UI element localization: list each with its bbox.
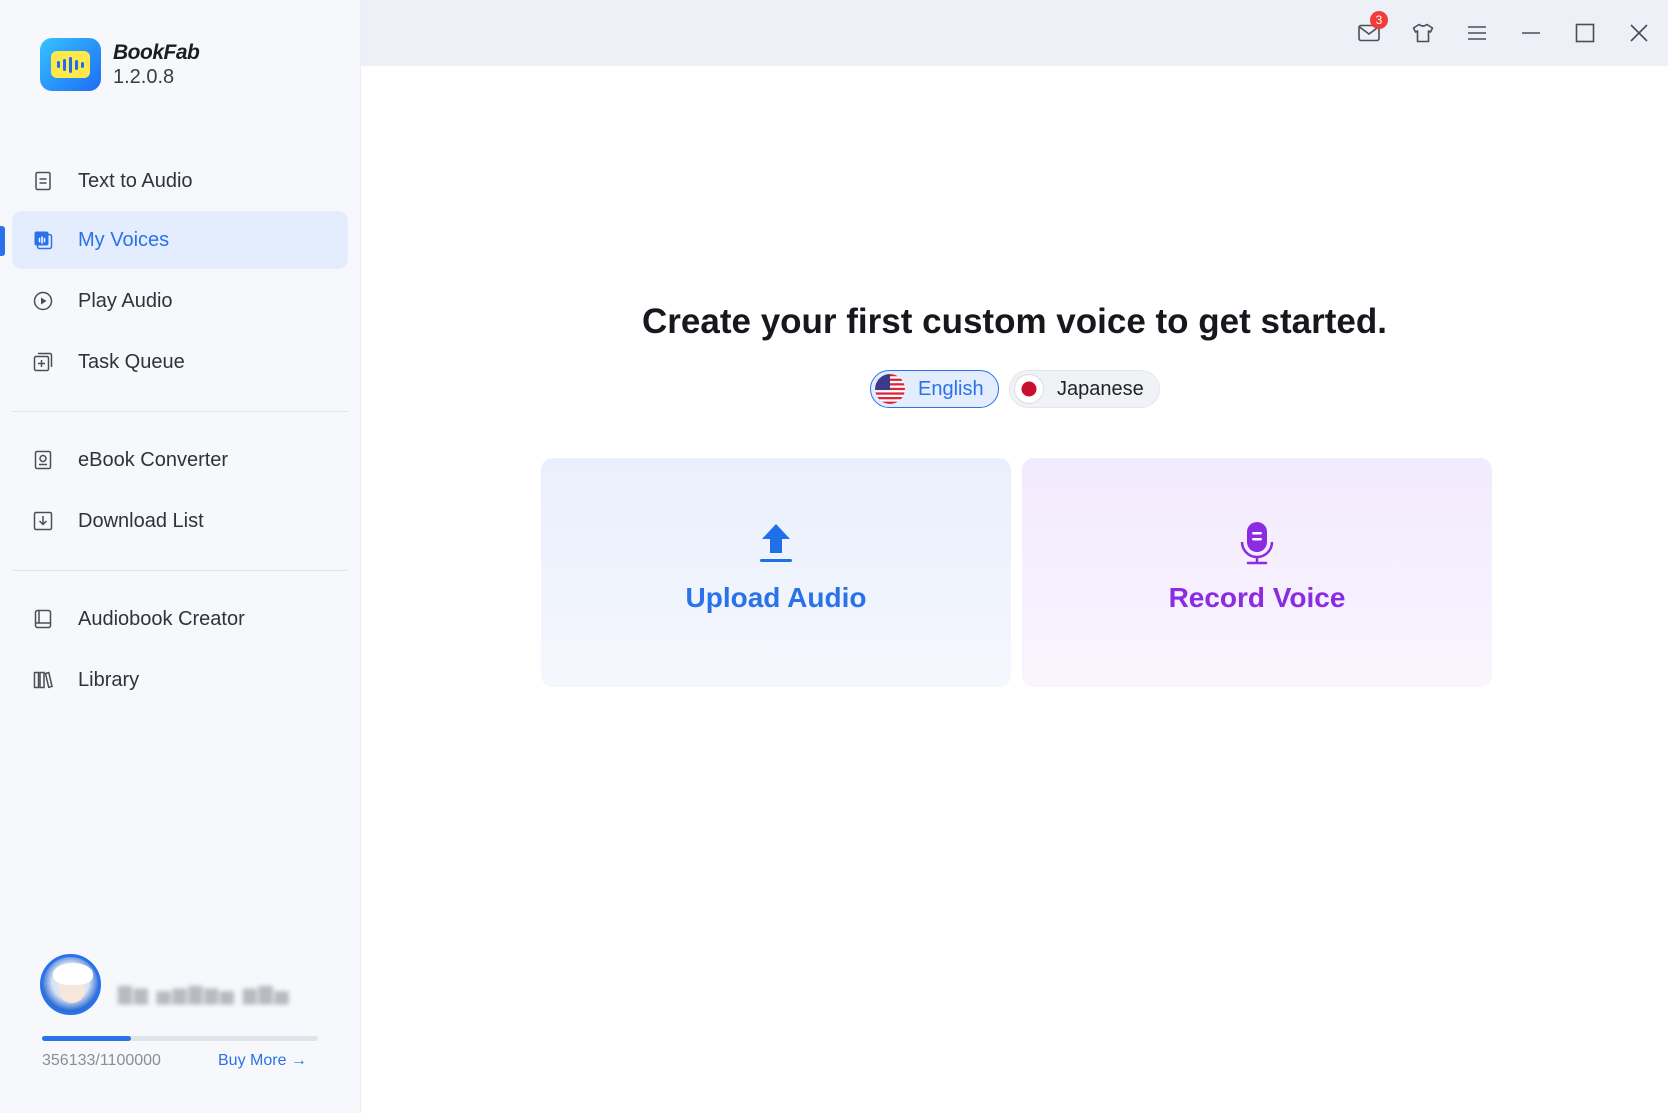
upload-audio-label: Upload Audio <box>685 582 867 613</box>
close-button[interactable] <box>1623 17 1655 49</box>
record-voice-card[interactable]: Record Voice <box>1022 458 1492 687</box>
sidebar-item-label: eBook Converter <box>78 448 229 471</box>
sidebar-item-library[interactable]: Library <box>12 651 348 709</box>
app-name: BookFab <box>113 40 200 64</box>
quota-text: 356133/1100000 <box>42 1052 161 1069</box>
mail-badge: 3 <box>1370 11 1388 29</box>
sidebar-item-audiobook-creator[interactable]: Audiobook Creator <box>12 590 348 648</box>
sidebar-item-my-voices[interactable]: My Voices <box>12 211 348 269</box>
voice-icon <box>34 231 53 250</box>
menu-icon <box>1468 26 1486 40</box>
play-circle-icon <box>33 291 53 311</box>
document-icon <box>35 171 51 191</box>
skin-button[interactable] <box>1407 17 1439 49</box>
library-icon <box>33 671 53 689</box>
sidebar-item-label: My Voices <box>78 228 170 251</box>
language-selector: English Japanese <box>870 370 1160 408</box>
sidebar-item-download-list[interactable]: Download List <box>12 492 348 550</box>
avatar[interactable] <box>40 954 101 1015</box>
minimize-button[interactable] <box>1515 17 1547 49</box>
sidebar-item-label: Play Audio <box>78 289 173 312</box>
close-icon <box>1630 24 1648 42</box>
japan-flag-icon <box>1014 374 1044 404</box>
app-logo <box>40 38 101 91</box>
buy-more-link[interactable]: Buy More → <box>218 1052 307 1070</box>
titlebar: 3 <box>361 0 1668 66</box>
us-flag-icon <box>875 374 905 404</box>
sidebar-item-label: Library <box>78 668 140 691</box>
language-label-english: English <box>918 377 984 400</box>
language-chip-japanese[interactable]: Japanese <box>1009 370 1160 408</box>
user-name-blurred: ▇▆ ▅▆▇▆▅ ▆▇▅ <box>118 984 291 1004</box>
page-headline: Create your first custom voice to get st… <box>642 302 1387 341</box>
sidebar-item-task-queue[interactable]: Task Queue <box>12 333 348 391</box>
record-voice-label: Record Voice <box>1168 582 1346 613</box>
sidebar-item-ebook-converter[interactable]: eBook Converter <box>12 431 348 489</box>
app-version: 1.2.0.8 <box>113 65 175 88</box>
sidebar-item-label: Text to Audio <box>78 169 193 192</box>
minimize-icon <box>1522 32 1540 34</box>
audiobook-icon <box>34 609 52 629</box>
sidebar-item-label: Audiobook Creator <box>78 607 245 630</box>
mail-button[interactable]: 3 <box>1353 11 1388 49</box>
maximize-icon <box>1575 23 1595 43</box>
ebook-icon <box>34 450 52 470</box>
brand: BookFab 1.2.0.8 <box>40 38 200 91</box>
menu-button[interactable] <box>1461 17 1493 49</box>
quota-progress-bar <box>42 1036 318 1041</box>
shirt-icon <box>1412 23 1434 43</box>
sidebar-divider <box>12 570 348 571</box>
sidebar: BookFab 1.2.0.8 Text to Audio My Voices … <box>0 0 361 1113</box>
microphone-icon <box>1240 522 1274 565</box>
sidebar-item-label: Download List <box>78 509 204 532</box>
upload-audio-card[interactable]: Upload Audio <box>541 458 1011 687</box>
language-label-japanese: Japanese <box>1057 377 1144 400</box>
user-profile[interactable]: ▇▆ ▅▆▇▆▅ ▆▇▅ <box>40 954 288 1015</box>
quota-progress-fill <box>42 1036 132 1041</box>
maximize-button[interactable] <box>1569 17 1601 49</box>
download-icon <box>33 511 53 531</box>
sidebar-item-text-to-audio[interactable]: Text to Audio <box>12 152 348 210</box>
upload-icon <box>760 524 792 562</box>
sidebar-divider <box>12 411 348 412</box>
sidebar-item-play-audio[interactable]: Play Audio <box>12 272 348 330</box>
sidebar-item-label: Task Queue <box>78 350 185 373</box>
active-indicator <box>0 226 5 256</box>
language-chip-english[interactable]: English <box>870 370 999 408</box>
queue-icon <box>33 352 53 372</box>
